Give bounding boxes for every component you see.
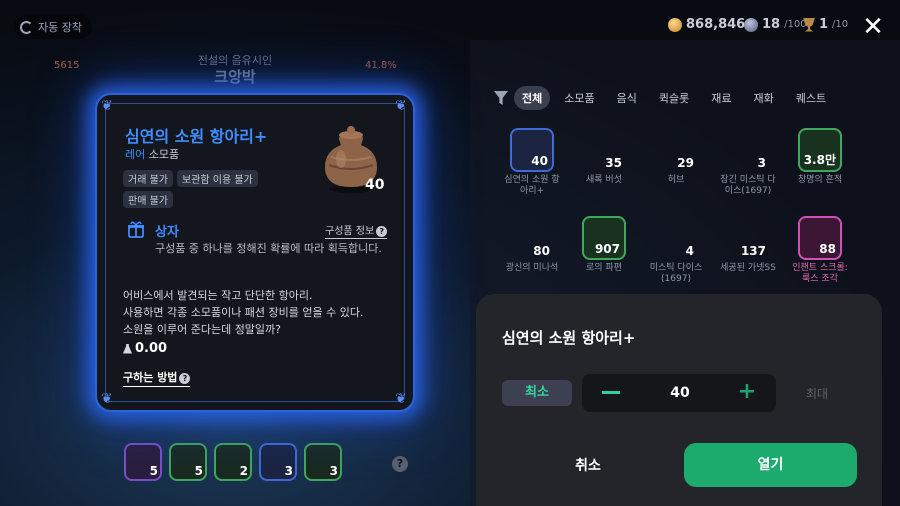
tag-no-storage: 보관함 이용 불가 bbox=[176, 170, 258, 187]
stone-icon: 80 bbox=[533, 244, 550, 258]
herb-icon: 29 bbox=[677, 156, 694, 170]
gift-box-icon bbox=[128, 221, 144, 238]
filter-tab-quest[interactable]: 퀘스트 bbox=[788, 86, 834, 110]
quickslot[interactable]: 5 bbox=[124, 443, 162, 481]
pearl-icon bbox=[744, 17, 758, 32]
box-type-title: 상자 bbox=[155, 225, 179, 240]
inventory-item[interactable]: 40 심연의 소원 항아리+ bbox=[502, 128, 562, 197]
quickslot[interactable]: 3 bbox=[259, 443, 297, 481]
filter-tab-consumable[interactable]: 소모품 bbox=[556, 86, 602, 110]
quickslot[interactable]: 2 bbox=[214, 443, 252, 481]
inventory-item[interactable]: 3.8만 창명의 흔적 bbox=[790, 128, 850, 186]
minus-icon[interactable] bbox=[602, 391, 620, 394]
dice-icon: 3 bbox=[757, 156, 766, 170]
question-icon: ? bbox=[376, 226, 388, 237]
inventory-item[interactable]: 88 인챈트 스크롤: 룩스 조각 bbox=[790, 216, 850, 285]
coin-icon bbox=[668, 17, 682, 32]
gold-counter: 868,846 bbox=[668, 17, 745, 32]
dice-icon: 4 bbox=[685, 244, 694, 258]
jar-icon: 40 bbox=[510, 128, 554, 172]
max-button[interactable]: 최대 bbox=[806, 385, 828, 402]
item-tags: 거래 불가 보관함 이용 불가 판매 불가 bbox=[123, 170, 303, 208]
item-weight: 0.00 bbox=[123, 341, 167, 356]
quickslot[interactable]: 3 bbox=[304, 443, 342, 481]
inventory-item[interactable]: 3 잠긴 미스틱 다이스(1697) bbox=[718, 128, 778, 197]
item-detail-card: ❦ ❦ ❦ ❦ 심연의 소원 항아리+ 레어 소모품 거래 불가 보관함 이용 … bbox=[95, 93, 415, 412]
quickslot[interactable]: 5 bbox=[169, 443, 207, 481]
hero-stat-left: 5615 bbox=[54, 60, 80, 71]
cancel-button[interactable]: 취소 bbox=[516, 444, 660, 488]
shard-icon: 907 bbox=[582, 216, 626, 260]
min-button[interactable]: 최소 bbox=[502, 380, 572, 406]
quantity-stepper: 40 + bbox=[582, 374, 776, 412]
potion-icon: 3.8만 bbox=[798, 128, 842, 172]
trophy-counter: 1/10 bbox=[803, 17, 848, 32]
item-rarity: 레어 소모품 bbox=[125, 148, 180, 161]
mushroom-icon: 35 bbox=[605, 156, 622, 170]
inventory-item[interactable]: 29 허브 bbox=[646, 128, 706, 186]
filter-tab-all[interactable]: 전체 bbox=[514, 86, 551, 110]
filter-tab-quickslot[interactable]: 퀵슬롯 bbox=[651, 86, 697, 110]
plus-icon[interactable]: + bbox=[737, 381, 757, 403]
trophy-icon bbox=[803, 17, 815, 32]
question-icon: ? bbox=[179, 373, 191, 384]
inventory-item[interactable]: 35 새록 버섯 bbox=[574, 128, 634, 186]
filter-tab-currency[interactable]: 재화 bbox=[746, 86, 782, 110]
inventory-item[interactable]: 4 미스틱 다이스(1697) bbox=[646, 216, 706, 285]
weight-icon bbox=[123, 343, 132, 354]
ornament-icon: ❦ bbox=[395, 98, 407, 114]
item-title: 심연의 소원 항아리+ bbox=[125, 127, 268, 146]
ornament-icon: ❦ bbox=[101, 391, 113, 407]
inventory-item[interactable]: 907 로의 파편 bbox=[574, 216, 634, 274]
filter-icon[interactable] bbox=[494, 91, 508, 105]
top-bar: 자동 장착 868,846 18/100 1/10 ✕ bbox=[0, 0, 900, 52]
inventory-item[interactable]: 137 세공된 가넷SS bbox=[718, 216, 778, 274]
garnet-icon: 137 bbox=[740, 244, 766, 258]
filter-bar: 전체 소모품 음식 퀵슬롯 재료 재화 퀘스트 bbox=[494, 86, 834, 110]
filter-tab-food[interactable]: 음식 bbox=[609, 86, 645, 110]
open-quantity-sheet: 심연의 소원 항아리+ 최소 40 + 최대 취소 열기 bbox=[476, 294, 882, 506]
hero-stat-right: 41.8% bbox=[365, 60, 397, 71]
tag-no-sell: 판매 불가 bbox=[123, 191, 173, 208]
hero-name: 크앙박 bbox=[214, 68, 256, 86]
scroll-icon: 88 bbox=[798, 216, 842, 260]
ornament-icon: ❦ bbox=[395, 391, 407, 407]
quickslot-row: 5 5 2 3 3 bbox=[124, 443, 342, 481]
quantity-value[interactable]: 40 bbox=[652, 374, 708, 412]
filter-tab-material[interactable]: 재료 bbox=[703, 86, 739, 110]
tag-no-trade: 거래 불가 bbox=[123, 170, 173, 187]
open-button[interactable]: 열기 bbox=[684, 443, 857, 487]
auto-equip-label: 자동 장착 bbox=[38, 21, 82, 34]
help-icon[interactable]: ? bbox=[392, 456, 408, 472]
refresh-icon bbox=[20, 20, 33, 34]
pearl-counter: 18/100 bbox=[744, 17, 807, 32]
sheet-title: 심연의 소원 항아리+ bbox=[502, 329, 636, 347]
components-info-link[interactable]: 구성품 정보? bbox=[325, 222, 388, 239]
inventory-item[interactable]: 80 광신의 미나석 bbox=[502, 216, 562, 274]
how-to-get-link[interactable]: 구하는 방법? bbox=[123, 369, 191, 387]
auto-equip-button[interactable]: 자동 장착 bbox=[14, 15, 92, 39]
ornament-icon: ❦ bbox=[101, 98, 113, 114]
box-description: 구성품 중 하나를 정해진 확률에 따라 획득합니다. bbox=[155, 242, 382, 255]
item-description: 어비스에서 발견되는 작고 단단한 항아리. 사용하면 각종 소모품이나 패션 … bbox=[123, 289, 364, 336]
close-icon[interactable]: ✕ bbox=[860, 14, 886, 40]
item-count: 40 bbox=[365, 177, 385, 193]
